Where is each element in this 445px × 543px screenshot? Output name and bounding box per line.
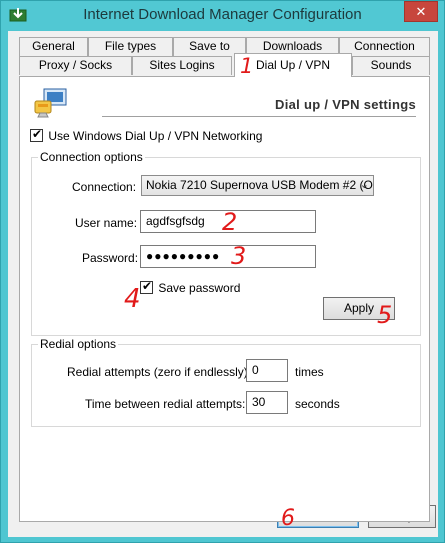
annotation-5: 5	[377, 301, 393, 329]
use-dialup-label: Use Windows Dial Up / VPN Networking	[48, 128, 263, 143]
tab-proxy-socks[interactable]: Proxy / Socks	[19, 56, 132, 75]
dialup-network-icon	[34, 88, 67, 118]
redial-interval-unit: seconds	[295, 397, 340, 411]
title-bar[interactable]: Internet Download Manager Configuration …	[1, 1, 444, 30]
redial-interval-input[interactable]: 30	[246, 391, 288, 414]
save-password-checkbox[interactable]: ✔	[140, 279, 153, 295]
window-title: Internet Download Manager Configuration	[83, 6, 362, 23]
chevron-down-icon: ⌄	[359, 179, 369, 191]
redial-options-group: Redial options Redial attempts (zero if …	[31, 337, 421, 427]
redial-attempts-unit: times	[295, 365, 324, 379]
redial-interval-label: Time between redial attempts:	[85, 397, 246, 411]
password-value: ●●●●●●●●●	[146, 249, 221, 263]
tab-file-types[interactable]: File types	[88, 37, 173, 56]
tab-general[interactable]: General	[19, 37, 88, 56]
annotation-6: 6	[281, 506, 295, 531]
tab-sounds[interactable]: Sounds	[352, 56, 430, 75]
check-mark-icon: ✔	[142, 279, 153, 294]
annotation-3: 3	[231, 242, 247, 270]
redial-attempts-value: 0	[252, 363, 259, 377]
save-password-checkbox-row[interactable]: ✔ Save password	[140, 279, 241, 295]
save-password-label: Save password	[158, 280, 241, 295]
username-value: agdfsgfsdg	[146, 214, 205, 228]
use-dialup-checkbox[interactable]: ✔	[30, 127, 43, 143]
connection-options-group: Connection options Connection: Nokia 721…	[31, 150, 421, 336]
annotation-2: 2	[222, 208, 238, 236]
connection-options-legend: Connection options	[38, 150, 145, 164]
redial-attempts-label: Redial attempts (zero if endlessly):	[67, 365, 252, 379]
section-title: Dial up / VPN settings	[275, 97, 416, 112]
dialup-vpn-panel: Dial up / VPN settings ✔ Use Windows Dia…	[19, 76, 430, 522]
use-dialup-checkbox-row[interactable]: ✔ Use Windows Dial Up / VPN Networking	[30, 127, 263, 143]
annotation-4: 4	[124, 284, 141, 314]
redial-options-legend: Redial options	[38, 337, 119, 351]
redial-interval-value: 30	[252, 395, 266, 409]
username-label: User name:	[75, 216, 138, 230]
dialog-client-area: General File types Save to Downloads Con…	[8, 31, 438, 537]
password-input[interactable]: ●●●●●●●●●	[140, 245, 316, 268]
connection-label: Connection:	[72, 180, 137, 194]
close-button[interactable]: ✕	[404, 1, 438, 22]
redial-attempts-input[interactable]: 0	[246, 359, 288, 382]
window-frame: Internet Download Manager Configuration …	[0, 0, 445, 543]
tab-connection[interactable]: Connection	[339, 37, 430, 56]
tab-sites-logins[interactable]: Sites Logins	[132, 56, 232, 75]
section-header: Dial up / VPN settings	[102, 97, 416, 117]
connection-select[interactable]: Nokia 7210 Supernova USB Modem #2 (OT ⌄	[141, 175, 374, 196]
annotation-1: 1	[240, 54, 254, 78]
password-label: Password:	[82, 251, 139, 265]
check-mark-icon: ✔	[32, 127, 43, 142]
connection-select-value: Nokia 7210 Supernova USB Modem #2 (OT	[146, 178, 374, 192]
